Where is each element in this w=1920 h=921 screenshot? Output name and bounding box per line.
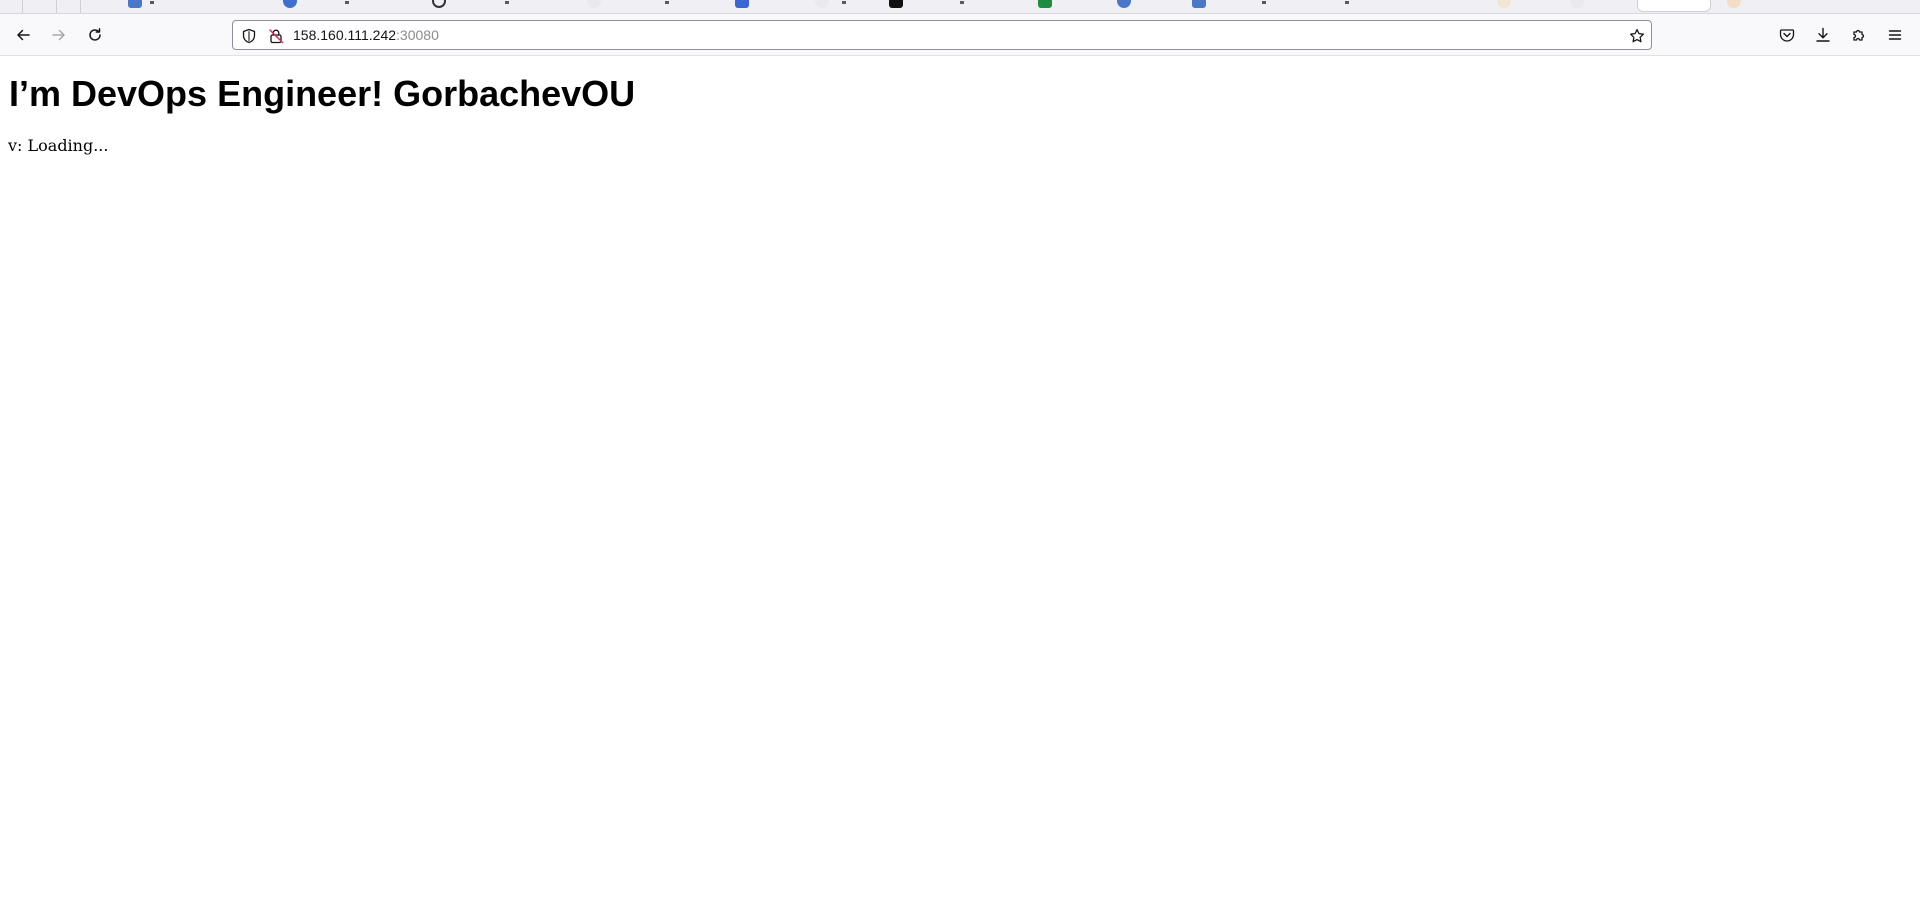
version-status: v: Loading...	[8, 136, 109, 155]
tab-favicon-icon[interactable]	[735, 0, 749, 8]
insecure-lock-icon[interactable]	[268, 28, 284, 44]
tab-label[interactable]	[1345, 0, 1405, 4]
pocket-button[interactable]	[1771, 19, 1803, 51]
tab-favicon-icon[interactable]	[1038, 0, 1052, 8]
tab-separator	[80, 0, 81, 13]
tab-favicon-icon[interactable]	[283, 0, 297, 8]
tab-favicon-icon[interactable]	[1192, 0, 1206, 8]
tab-label[interactable]	[1262, 0, 1322, 4]
star-icon[interactable]	[1629, 28, 1645, 44]
tab-favicon-icon[interactable]	[587, 0, 601, 8]
tab-strip[interactable]	[0, 0, 1920, 14]
extensions-button[interactable]	[1843, 19, 1875, 51]
page-content: I’m DevOps Engineer! GorbachevOU v: Load…	[0, 57, 1920, 921]
pocket-icon	[1779, 29, 1795, 42]
tab-separator	[22, 0, 23, 13]
url-text[interactable]: 158.160.111.242:30080	[293, 27, 439, 44]
back-button[interactable]	[7, 19, 39, 51]
reload-icon	[89, 28, 101, 41]
arrow-left-icon	[17, 29, 30, 41]
forward-button[interactable]	[43, 19, 75, 51]
tab-label[interactable]	[665, 0, 725, 4]
address-bar[interactable]: 158.160.111.242:30080	[232, 20, 1652, 50]
tab-favicon-icon[interactable]	[1727, 0, 1741, 8]
tab-label[interactable]	[505, 0, 565, 4]
tab-label[interactable]	[960, 0, 1020, 4]
tab-label[interactable]	[345, 0, 405, 4]
tab-favicon-icon[interactable]	[1497, 0, 1511, 8]
shield-icon[interactable]	[241, 28, 257, 44]
tab-favicon-icon[interactable]	[815, 0, 829, 8]
tab-separator	[56, 0, 57, 13]
downloads-button[interactable]	[1807, 19, 1839, 51]
puzzle-icon	[1853, 29, 1865, 41]
url-host: 158.160.111.242	[293, 27, 397, 43]
page-heading: I’m DevOps Engineer! GorbachevOU	[9, 73, 636, 114]
url-port: :30080	[396, 27, 439, 43]
tab-favicon-icon[interactable]	[128, 0, 142, 8]
download-icon	[1816, 27, 1830, 42]
menu-button[interactable]	[1879, 19, 1911, 51]
hamburger-menu-icon	[1888, 30, 1902, 40]
tab-favicon-icon[interactable]	[432, 0, 446, 8]
tab-favicon-icon[interactable]	[1570, 0, 1584, 8]
arrow-right-icon	[52, 29, 65, 41]
tab-label[interactable]	[150, 0, 210, 4]
reload-button[interactable]	[79, 19, 111, 51]
tab-favicon-icon[interactable]	[889, 0, 903, 8]
active-tab[interactable]	[1637, 0, 1711, 12]
tab-favicon-icon[interactable]	[1117, 0, 1131, 8]
navigation-toolbar: 158.160.111.242:30080	[0, 14, 1920, 56]
